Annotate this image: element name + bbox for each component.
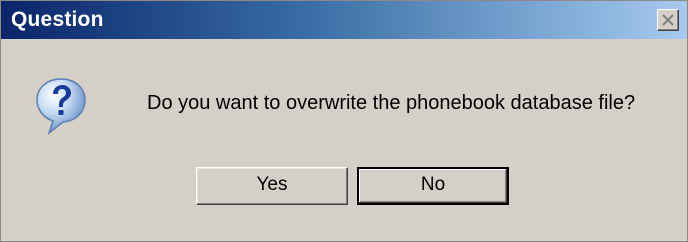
dialog-title: Question: [11, 8, 104, 31]
yes-button[interactable]: Yes: [196, 167, 348, 205]
dialog-message: Do you want to overwrite the phonebook d…: [147, 92, 636, 114]
no-button[interactable]: No: [357, 167, 509, 205]
close-button[interactable]: [657, 9, 679, 31]
question-dialog: Question Do you want to overwrite the ph…: [0, 0, 688, 242]
close-icon: [662, 14, 674, 26]
dialog-titlebar[interactable]: Question: [1, 1, 687, 39]
question-icon: [36, 78, 86, 136]
